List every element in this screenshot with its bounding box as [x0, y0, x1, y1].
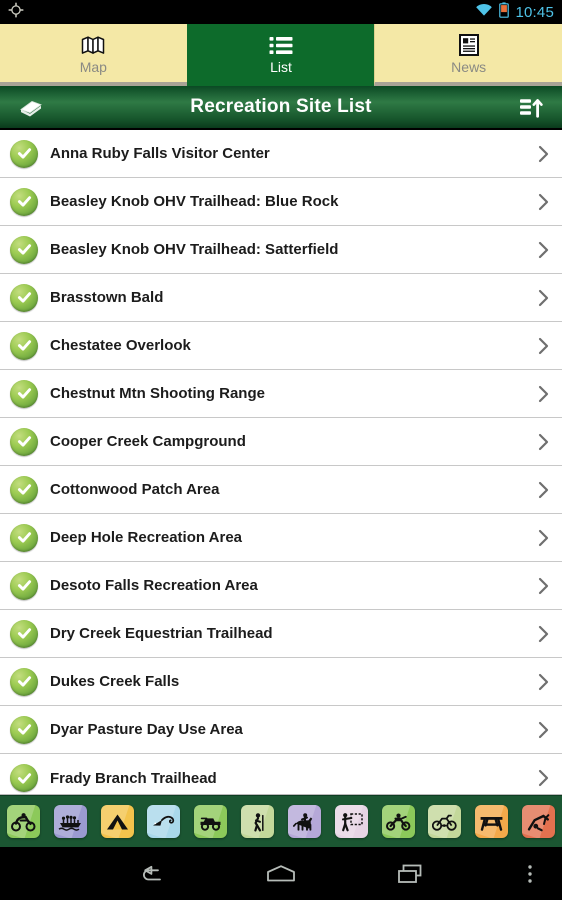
tab-news-label: News: [451, 59, 487, 75]
green-check-circle-icon: [10, 427, 38, 456]
table-row[interactable]: Chestatee Overlook: [0, 322, 562, 370]
chevron-right-icon[interactable]: [536, 433, 550, 451]
table-row[interactable]: Anna Ruby Falls Visitor Center: [0, 130, 562, 178]
list-item-label: Cottonwood Patch Area: [50, 481, 220, 498]
off-road-jeep-icon[interactable]: [194, 805, 228, 838]
chevron-right-icon[interactable]: [536, 481, 550, 499]
green-check-circle-icon: [10, 187, 38, 216]
list-item-label: Dyar Pasture Day Use Area: [50, 721, 243, 738]
table-row[interactable]: Dukes Creek Falls: [0, 658, 562, 706]
overflow-menu-icon[interactable]: [514, 852, 546, 896]
nav-buttons: [0, 852, 562, 896]
atv-icon[interactable]: [7, 805, 40, 838]
home-icon[interactable]: [259, 852, 303, 896]
list-item-label: Brasstown Bald: [50, 289, 164, 306]
list-item-label: Beasley Knob OHV Trailhead: Blue Rock: [50, 193, 339, 210]
list-item-label: Frady Branch Trailhead: [50, 769, 217, 787]
green-check-circle-icon: [10, 283, 38, 312]
fishing-icon[interactable]: [147, 805, 181, 838]
wifi-icon: [475, 3, 493, 22]
camping-tent-icon[interactable]: [100, 805, 134, 838]
table-row[interactable]: Dyar Pasture Day Use Area: [0, 706, 562, 754]
app-screen: 10:45 Map List News Recreation Site List…: [0, 0, 562, 900]
picnic-table-icon[interactable]: [475, 805, 509, 838]
main-tab-bar: Map List News: [0, 24, 562, 86]
green-check-circle-icon: [10, 571, 38, 600]
green-check-circle-icon: [10, 523, 38, 552]
chevron-right-icon[interactable]: [536, 529, 550, 547]
table-row[interactable]: Chestnut Mtn Shooting Range: [0, 370, 562, 418]
status-left-icons: [8, 1, 24, 23]
hiking-icon[interactable]: [241, 805, 275, 838]
tab-list-label: List: [270, 59, 292, 75]
layers-stack-icon[interactable]: [10, 86, 52, 128]
green-check-circle-icon: [10, 139, 38, 168]
table-row[interactable]: Beasley Knob OHV Trailhead: Blue Rock: [0, 178, 562, 226]
table-row[interactable]: Beasley Knob OHV Trailhead: Satterfield: [0, 226, 562, 274]
green-check-circle-icon: [10, 235, 38, 264]
activity-legend-bar: [0, 795, 562, 847]
folded-map-icon: [81, 34, 105, 56]
boating-icon[interactable]: [53, 805, 87, 838]
table-row[interactable]: Cooper Creek Campground: [0, 418, 562, 466]
back-icon[interactable]: [129, 852, 173, 896]
green-check-circle-icon: [10, 475, 38, 504]
chevron-right-icon[interactable]: [536, 289, 550, 307]
newspaper-icon: [458, 34, 479, 56]
sort-ascending-icon[interactable]: [510, 86, 552, 128]
list-item-label: Beasley Knob OHV Trailhead: Satterfield: [50, 241, 339, 258]
list-item-label: Chestatee Overlook: [50, 337, 191, 354]
green-check-circle-icon: [10, 764, 38, 792]
tab-map[interactable]: Map: [0, 24, 187, 86]
green-check-circle-icon: [10, 619, 38, 648]
bullet-list-icon: [269, 34, 293, 56]
chevron-right-icon[interactable]: [536, 769, 550, 787]
list-item-label: Anna Ruby Falls Visitor Center: [50, 145, 270, 162]
playground-icon[interactable]: [521, 805, 555, 838]
list-item-label: Deep Hole Recreation Area: [50, 529, 243, 546]
table-row[interactable]: Brasstown Bald: [0, 274, 562, 322]
table-row[interactable]: Cottonwood Patch Area: [0, 466, 562, 514]
recreation-site-list[interactable]: Anna Ruby Falls Visitor Center Beasley Kn…: [0, 130, 562, 795]
tab-map-label: Map: [79, 59, 107, 75]
chevron-right-icon[interactable]: [536, 193, 550, 211]
chevron-right-icon[interactable]: [536, 673, 550, 691]
android-navigation-bar: [0, 847, 562, 900]
action-bar: Recreation Site List: [0, 86, 562, 130]
green-check-circle-icon: [10, 331, 38, 360]
green-check-circle-icon: [10, 379, 38, 408]
tab-news[interactable]: News: [374, 24, 562, 86]
table-row[interactable]: Dry Creek Equestrian Trailhead: [0, 610, 562, 658]
status-clock: 10:45: [515, 3, 554, 21]
bicycling-icon[interactable]: [428, 805, 462, 838]
chevron-right-icon[interactable]: [536, 145, 550, 163]
green-check-circle-icon: [10, 667, 38, 696]
page-title: Recreation Site List: [190, 96, 372, 117]
tab-list[interactable]: List: [186, 24, 375, 86]
recents-icon[interactable]: [389, 852, 433, 896]
chevron-right-icon[interactable]: [536, 385, 550, 403]
list-item-label: Dry Creek Equestrian Trailhead: [50, 625, 273, 642]
interpretive-sign-icon[interactable]: [334, 805, 368, 838]
list-item-label: Dukes Creek Falls: [50, 673, 180, 690]
table-row[interactable]: Frady Branch Trailhead: [0, 754, 562, 794]
battery-icon: [499, 1, 510, 23]
horseback-riding-icon[interactable]: [287, 805, 321, 838]
chevron-right-icon[interactable]: [536, 721, 550, 739]
list-item-label: Desoto Falls Recreation Area: [50, 577, 258, 594]
gps-crosshair-icon: [8, 1, 24, 23]
table-row[interactable]: Desoto Falls Recreation Area: [0, 562, 562, 610]
chevron-right-icon[interactable]: [536, 625, 550, 643]
list-item-label: Cooper Creek Campground: [50, 433, 246, 450]
chevron-right-icon[interactable]: [536, 241, 550, 259]
status-right-icons: 10:45: [475, 1, 554, 23]
motorcycle-icon[interactable]: [381, 805, 415, 838]
chevron-right-icon[interactable]: [536, 337, 550, 355]
android-status-bar: 10:45: [0, 0, 562, 24]
list-item-label: Chestnut Mtn Shooting Range: [50, 385, 265, 402]
chevron-right-icon[interactable]: [536, 577, 550, 595]
green-check-circle-icon: [10, 715, 38, 744]
table-row[interactable]: Deep Hole Recreation Area: [0, 514, 562, 562]
